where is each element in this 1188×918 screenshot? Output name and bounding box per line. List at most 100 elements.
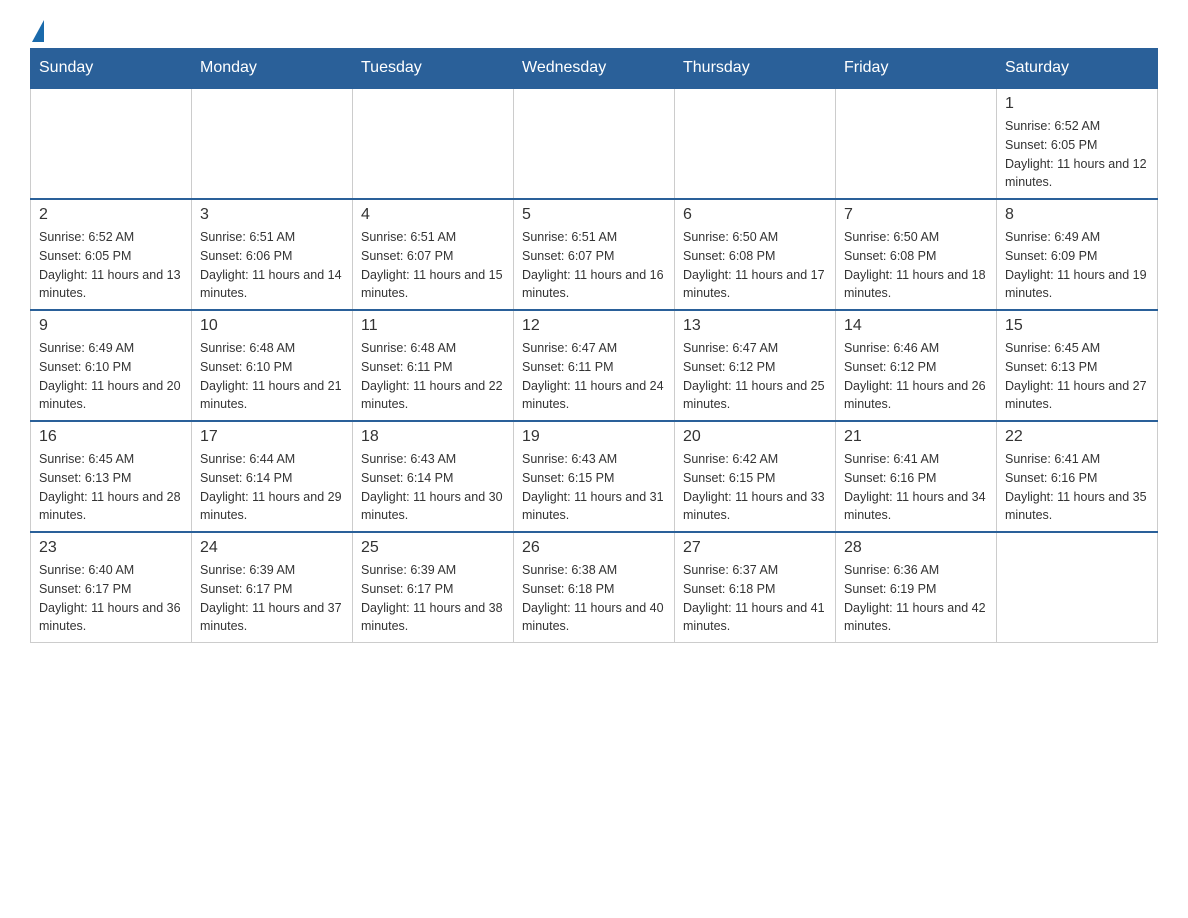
day-number: 9	[39, 317, 183, 335]
calendar-cell: 24 Sunrise: 6:39 AMSunset: 6:17 PMDayligh…	[192, 532, 353, 643]
day-info: Sunrise: 6:39 AMSunset: 6:17 PMDaylight:…	[361, 561, 505, 636]
calendar-cell: 4 Sunrise: 6:51 AMSunset: 6:07 PMDaylight…	[353, 199, 514, 310]
day-info: Sunrise: 6:44 AMSunset: 6:14 PMDaylight:…	[200, 450, 344, 525]
day-of-week-header: Tuesday	[353, 49, 514, 89]
calendar-cell: 27 Sunrise: 6:37 AMSunset: 6:18 PMDayligh…	[675, 532, 836, 643]
day-info: Sunrise: 6:48 AMSunset: 6:10 PMDaylight:…	[200, 339, 344, 414]
day-info: Sunrise: 6:42 AMSunset: 6:15 PMDaylight:…	[683, 450, 827, 525]
day-number: 3	[200, 206, 344, 224]
calendar-week-row: 9 Sunrise: 6:49 AMSunset: 6:10 PMDaylight…	[31, 310, 1158, 421]
day-number: 16	[39, 428, 183, 446]
day-info: Sunrise: 6:45 AMSunset: 6:13 PMDaylight:…	[39, 450, 183, 525]
calendar-body: 1 Sunrise: 6:52 AMSunset: 6:05 PMDaylight…	[31, 88, 1158, 643]
day-info: Sunrise: 6:49 AMSunset: 6:09 PMDaylight:…	[1005, 228, 1149, 303]
day-number: 23	[39, 539, 183, 557]
day-info: Sunrise: 6:48 AMSunset: 6:11 PMDaylight:…	[361, 339, 505, 414]
day-number: 6	[683, 206, 827, 224]
day-info: Sunrise: 6:51 AMSunset: 6:07 PMDaylight:…	[522, 228, 666, 303]
calendar-cell: 3 Sunrise: 6:51 AMSunset: 6:06 PMDaylight…	[192, 199, 353, 310]
day-info: Sunrise: 6:49 AMSunset: 6:10 PMDaylight:…	[39, 339, 183, 414]
day-info: Sunrise: 6:47 AMSunset: 6:11 PMDaylight:…	[522, 339, 666, 414]
day-info: Sunrise: 6:51 AMSunset: 6:06 PMDaylight:…	[200, 228, 344, 303]
day-info: Sunrise: 6:38 AMSunset: 6:18 PMDaylight:…	[522, 561, 666, 636]
day-number: 7	[844, 206, 988, 224]
day-number: 12	[522, 317, 666, 335]
day-of-week-header: Sunday	[31, 49, 192, 89]
day-info: Sunrise: 6:43 AMSunset: 6:15 PMDaylight:…	[522, 450, 666, 525]
day-number: 19	[522, 428, 666, 446]
day-number: 28	[844, 539, 988, 557]
calendar-cell	[675, 88, 836, 199]
day-info: Sunrise: 6:39 AMSunset: 6:17 PMDaylight:…	[200, 561, 344, 636]
calendar-cell: 16 Sunrise: 6:45 AMSunset: 6:13 PMDayligh…	[31, 421, 192, 532]
day-of-week-header: Friday	[836, 49, 997, 89]
day-number: 15	[1005, 317, 1149, 335]
calendar-cell: 6Sunrise: 6:50 AMSunset: 6:08 PMDaylight…	[675, 199, 836, 310]
calendar-week-row: 23Sunrise: 6:40 AMSunset: 6:17 PMDayligh…	[31, 532, 1158, 643]
day-number: 20	[683, 428, 827, 446]
day-info: Sunrise: 6:41 AMSunset: 6:16 PMDaylight:…	[1005, 450, 1149, 525]
day-info: Sunrise: 6:41 AMSunset: 6:16 PMDaylight:…	[844, 450, 988, 525]
calendar-cell: 21Sunrise: 6:41 AMSunset: 6:16 PMDayligh…	[836, 421, 997, 532]
calendar-cell: 2 Sunrise: 6:52 AMSunset: 6:05 PMDaylight…	[31, 199, 192, 310]
calendar-cell: 23Sunrise: 6:40 AMSunset: 6:17 PMDayligh…	[31, 532, 192, 643]
calendar-cell	[31, 88, 192, 199]
calendar-cell: 15 Sunrise: 6:45 AMSunset: 6:13 PMDayligh…	[997, 310, 1158, 421]
calendar-cell: 20 Sunrise: 6:42 AMSunset: 6:15 PMDayligh…	[675, 421, 836, 532]
day-number: 8	[1005, 206, 1149, 224]
calendar-cell: 13 Sunrise: 6:47 AMSunset: 6:12 PMDayligh…	[675, 310, 836, 421]
calendar-week-row: 16 Sunrise: 6:45 AMSunset: 6:13 PMDayligh…	[31, 421, 1158, 532]
day-number: 22	[1005, 428, 1149, 446]
calendar-cell: 14 Sunrise: 6:46 AMSunset: 6:12 PMDayligh…	[836, 310, 997, 421]
calendar-cell: 1 Sunrise: 6:52 AMSunset: 6:05 PMDaylight…	[997, 88, 1158, 199]
day-of-week-header: Wednesday	[514, 49, 675, 89]
calendar-cell	[514, 88, 675, 199]
day-of-week-header: Saturday	[997, 49, 1158, 89]
day-number: 26	[522, 539, 666, 557]
logo	[30, 20, 44, 38]
calendar-cell: 10 Sunrise: 6:48 AMSunset: 6:10 PMDayligh…	[192, 310, 353, 421]
day-info: Sunrise: 6:50 AMSunset: 6:08 PMDaylight:…	[844, 228, 988, 303]
calendar-cell: 11 Sunrise: 6:48 AMSunset: 6:11 PMDayligh…	[353, 310, 514, 421]
day-info: Sunrise: 6:36 AMSunset: 6:19 PMDaylight:…	[844, 561, 988, 636]
calendar-cell: 8 Sunrise: 6:49 AMSunset: 6:09 PMDaylight…	[997, 199, 1158, 310]
calendar-cell: 9 Sunrise: 6:49 AMSunset: 6:10 PMDaylight…	[31, 310, 192, 421]
day-number: 11	[361, 317, 505, 335]
day-info: Sunrise: 6:51 AMSunset: 6:07 PMDaylight:…	[361, 228, 505, 303]
day-number: 17	[200, 428, 344, 446]
day-info: Sunrise: 6:43 AMSunset: 6:14 PMDaylight:…	[361, 450, 505, 525]
day-number: 18	[361, 428, 505, 446]
day-number: 14	[844, 317, 988, 335]
calendar-cell	[192, 88, 353, 199]
logo-triangle-icon	[32, 20, 44, 42]
calendar-table: SundayMondayTuesdayWednesdayThursdayFrid…	[30, 48, 1158, 643]
day-number: 24	[200, 539, 344, 557]
day-info: Sunrise: 6:46 AMSunset: 6:12 PMDaylight:…	[844, 339, 988, 414]
calendar-cell	[836, 88, 997, 199]
days-of-week-row: SundayMondayTuesdayWednesdayThursdayFrid…	[31, 49, 1158, 89]
day-number: 1	[1005, 95, 1149, 113]
calendar-cell: 19 Sunrise: 6:43 AMSunset: 6:15 PMDayligh…	[514, 421, 675, 532]
day-number: 10	[200, 317, 344, 335]
day-info: Sunrise: 6:37 AMSunset: 6:18 PMDaylight:…	[683, 561, 827, 636]
day-info: Sunrise: 6:52 AMSunset: 6:05 PMDaylight:…	[1005, 117, 1149, 192]
calendar-week-row: 2 Sunrise: 6:52 AMSunset: 6:05 PMDaylight…	[31, 199, 1158, 310]
day-number: 4	[361, 206, 505, 224]
header	[30, 20, 1158, 38]
day-number: 27	[683, 539, 827, 557]
calendar-cell: 17 Sunrise: 6:44 AMSunset: 6:14 PMDayligh…	[192, 421, 353, 532]
calendar-cell: 26 Sunrise: 6:38 AMSunset: 6:18 PMDayligh…	[514, 532, 675, 643]
day-number: 13	[683, 317, 827, 335]
calendar-cell: 28 Sunrise: 6:36 AMSunset: 6:19 PMDayligh…	[836, 532, 997, 643]
calendar-cell: 5Sunrise: 6:51 AMSunset: 6:07 PMDaylight…	[514, 199, 675, 310]
day-info: Sunrise: 6:45 AMSunset: 6:13 PMDaylight:…	[1005, 339, 1149, 414]
calendar-cell: 22 Sunrise: 6:41 AMSunset: 6:16 PMDayligh…	[997, 421, 1158, 532]
day-of-week-header: Monday	[192, 49, 353, 89]
calendar-cell: 7 Sunrise: 6:50 AMSunset: 6:08 PMDaylight…	[836, 199, 997, 310]
day-number: 2	[39, 206, 183, 224]
calendar-header: SundayMondayTuesdayWednesdayThursdayFrid…	[31, 49, 1158, 89]
calendar-cell: 18 Sunrise: 6:43 AMSunset: 6:14 PMDayligh…	[353, 421, 514, 532]
day-info: Sunrise: 6:47 AMSunset: 6:12 PMDaylight:…	[683, 339, 827, 414]
day-info: Sunrise: 6:52 AMSunset: 6:05 PMDaylight:…	[39, 228, 183, 303]
calendar-cell: 12 Sunrise: 6:47 AMSunset: 6:11 PMDayligh…	[514, 310, 675, 421]
